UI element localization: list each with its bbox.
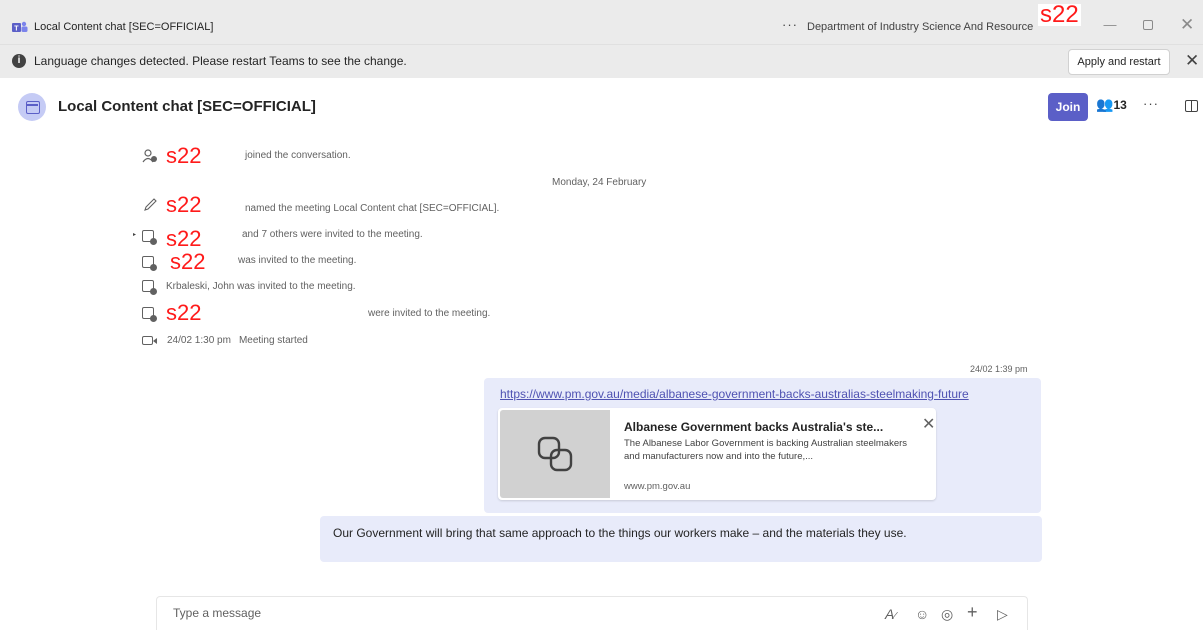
side-panel-icon[interactable] bbox=[1185, 100, 1198, 112]
message-timestamp: 24/02 1:39 pm bbox=[970, 364, 1028, 374]
add-icon[interactable]: + bbox=[967, 602, 978, 623]
event-text: Krbaleski, John was invited to the meeti… bbox=[166, 280, 356, 292]
people-add-icon bbox=[142, 149, 157, 163]
maximize-button[interactable] bbox=[1143, 20, 1153, 30]
svg-text:T: T bbox=[14, 26, 19, 33]
event-text: and 7 others were invited to the meeting… bbox=[242, 229, 423, 240]
close-preview-icon[interactable]: ✕ bbox=[922, 414, 935, 434]
compose-box[interactable]: A∕ ☺ ◎ + ▷ bbox=[156, 596, 1028, 630]
redaction-mark: s22 bbox=[166, 143, 202, 168]
notification-bar: i Language changes detected. Please rest… bbox=[0, 44, 1203, 78]
loop-icon[interactable]: ◎ bbox=[941, 606, 953, 623]
event-invited: s22 bbox=[142, 226, 202, 251]
redaction-mark: s22 bbox=[170, 249, 206, 274]
preview-domain: www.pm.gov.au bbox=[624, 481, 691, 492]
message-bubble: Our Government will bring that same appr… bbox=[320, 516, 1042, 562]
redaction-mark: s22 bbox=[1038, 1, 1081, 28]
chat-title: Local Content chat [SEC=OFFICIAL] bbox=[58, 98, 316, 115]
calendar-add-icon bbox=[142, 256, 157, 271]
event-meeting-started: 24/02 1:30 pm Meeting started bbox=[142, 330, 308, 350]
event-text: joined the conversation. bbox=[245, 150, 351, 161]
preview-description: The Albanese Labor Government is backing… bbox=[624, 438, 908, 462]
link-icon bbox=[537, 436, 573, 472]
preview-title: Albanese Government backs Australia's st… bbox=[624, 420, 884, 434]
message-bubble: https://www.pm.gov.au/media/albanese-gov… bbox=[484, 378, 1041, 513]
close-window-button[interactable]: ✕ bbox=[1180, 15, 1194, 35]
teams-logo-icon: T bbox=[12, 21, 28, 33]
redaction-mark: s22 bbox=[166, 226, 202, 251]
redaction-mark: s22 bbox=[166, 300, 202, 325]
event-invited: s22 bbox=[142, 300, 202, 325]
message-link[interactable]: https://www.pm.gov.au/media/albanese-gov… bbox=[500, 387, 969, 401]
format-icon[interactable]: A∕ bbox=[885, 606, 896, 622]
chat-more-options-icon[interactable]: ··· bbox=[1143, 96, 1159, 111]
participants-button[interactable]: 👥13 bbox=[1096, 96, 1127, 113]
calendar-add-icon bbox=[142, 280, 157, 295]
expand-icon[interactable]: ▸ bbox=[133, 231, 136, 238]
redaction-mark: s22 bbox=[166, 192, 202, 217]
emoji-icon[interactable]: ☺ bbox=[915, 606, 929, 622]
title-bar: T Local Content chat [SEC=OFFICIAL] ··· … bbox=[0, 0, 1203, 44]
meeting-started-label: Meeting started bbox=[238, 334, 308, 346]
pencil-icon bbox=[144, 198, 157, 211]
join-button[interactable]: Join bbox=[1048, 93, 1088, 121]
event-invited: Krbaleski, John was invited to the meeti… bbox=[142, 276, 356, 296]
message-input[interactable] bbox=[173, 606, 773, 620]
participant-count: 13 bbox=[1113, 98, 1127, 112]
event-renamed: s22 bbox=[142, 192, 202, 217]
event-text: was invited to the meeting. bbox=[238, 255, 357, 266]
organization-name[interactable]: Department of Industry Science And Resou… bbox=[807, 21, 1039, 33]
more-options-icon[interactable]: ··· bbox=[782, 17, 798, 32]
meeting-time: 24/02 1:30 pm bbox=[167, 334, 231, 346]
info-icon: i bbox=[12, 54, 26, 68]
event-joined: s22 bbox=[142, 143, 202, 168]
calendar-add-icon bbox=[142, 307, 157, 322]
window-title: Local Content chat [SEC=OFFICIAL] bbox=[34, 21, 214, 33]
event-text: named the meeting Local Content chat [SE… bbox=[245, 203, 500, 214]
message-text: Our Government will bring that same appr… bbox=[333, 526, 907, 540]
video-camera-icon bbox=[142, 335, 157, 345]
notification-message: Language changes detected. Please restar… bbox=[34, 54, 407, 68]
people-icon: 👥 bbox=[1096, 96, 1114, 112]
link-preview-thumbnail bbox=[500, 410, 610, 498]
event-text: were invited to the meeting. bbox=[368, 308, 491, 319]
send-icon[interactable]: ▷ bbox=[997, 606, 1008, 623]
close-notification-button[interactable]: ✕ bbox=[1185, 51, 1199, 71]
date-divider: Monday, 24 February bbox=[552, 177, 647, 188]
minimize-button[interactable]: — bbox=[1100, 17, 1120, 37]
link-preview-card[interactable]: Albanese Government backs Australia's st… bbox=[498, 408, 936, 500]
event-invited: s22 bbox=[142, 249, 206, 274]
chat-header: Local Content chat [SEC=OFFICIAL] Join 👥… bbox=[0, 78, 1203, 136]
calendar-add-icon bbox=[142, 230, 157, 245]
meeting-calendar-icon bbox=[18, 93, 46, 121]
apply-and-restart-button[interactable]: Apply and restart bbox=[1068, 49, 1170, 75]
